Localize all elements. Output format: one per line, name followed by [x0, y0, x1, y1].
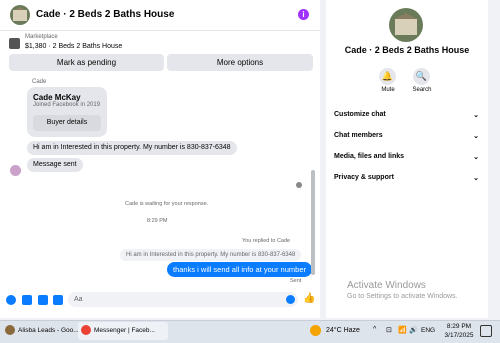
tray-overflow-icon[interactable]: ^	[373, 326, 376, 333]
message-input[interactable]: Aa	[68, 292, 298, 307]
listing-summary: $1,380 · 2 Beds 2 Baths House	[25, 43, 123, 50]
language-indicator[interactable]: ENG	[421, 327, 435, 334]
chevron-down-icon: ⌄	[473, 154, 479, 161]
row-label: Media, files and links	[334, 153, 405, 160]
message-bubble-reply: thanks i will send all info at your numb…	[167, 262, 312, 277]
sender-name: Cade	[32, 79, 47, 85]
marketplace-label: Marketplace	[25, 34, 58, 40]
listing-photo[interactable]	[389, 8, 423, 42]
taskbar-item-label: Messenger | Faceb...	[94, 327, 155, 334]
wifi-icon[interactable]: 📶	[398, 326, 407, 334]
listing-thumbnail[interactable]	[10, 5, 30, 25]
display-icon[interactable]: ⊡	[386, 326, 392, 334]
clock-time[interactable]: 8:29 PM	[444, 323, 474, 330]
quoted-message: Hi am in Interested in this property. My…	[120, 249, 302, 261]
details-title: Cade · 2 Beds 2 Baths House	[344, 45, 470, 55]
sent-status: Sent	[290, 278, 302, 284]
weather-text[interactable]: 24°C Haze	[326, 327, 360, 334]
listing-small-icon	[9, 38, 20, 49]
taskbar-item-messenger[interactable]: Messenger | Faceb...	[78, 322, 168, 340]
message-bubble-sent-notice: Message sent	[27, 158, 83, 172]
message-timestamp: 8:29 PM	[147, 218, 168, 224]
media-files-row[interactable]: Media, files and links ⌄	[334, 153, 479, 161]
chat-scrollbar[interactable]	[311, 170, 315, 275]
buyer-details-button[interactable]: Buyer details	[33, 115, 101, 131]
chevron-down-icon: ⌄	[473, 112, 479, 119]
row-label: Customize chat	[334, 111, 386, 118]
mark-as-pending-button[interactable]: Mark as pending	[9, 54, 164, 71]
system-message: Cade is waiting for your response.	[125, 201, 209, 207]
activation-watermark-sub: Go to Settings to activate Windows.	[347, 293, 458, 300]
read-receipt-avatar	[296, 182, 302, 188]
app-icon	[5, 325, 15, 336]
chat-members-row[interactable]: Chat members ⌄	[334, 132, 479, 140]
buyer-joined: Joined Facebook in 2019	[33, 102, 101, 108]
privacy-support-row[interactable]: Privacy & support ⌄	[334, 174, 479, 182]
mute-label[interactable]: Mute	[373, 87, 403, 93]
search-icon[interactable]: 🔍	[413, 68, 430, 85]
buyer-name: Cade McKay	[33, 93, 81, 102]
activation-watermark-title: Activate Windows	[347, 280, 426, 291]
emoji-icon[interactable]	[286, 295, 295, 304]
chevron-down-icon: ⌄	[473, 133, 479, 140]
clock-date[interactable]: 3/17/2025	[444, 332, 474, 339]
customize-chat-row[interactable]: Customize chat ⌄	[334, 111, 479, 119]
volume-icon[interactable]: 🔊	[409, 326, 418, 334]
replied-label: You replied to Cade	[242, 238, 291, 244]
taskbar-item-label: Alisba Leads - Goo...	[18, 327, 79, 334]
plus-icon[interactable]	[6, 295, 16, 305]
search-label[interactable]: Search	[407, 87, 437, 93]
row-label: Privacy & support	[334, 174, 394, 181]
like-icon[interactable]: 👍	[303, 293, 315, 304]
taskbar-item-alisba[interactable]: Alisba Leads - Goo...	[2, 322, 79, 340]
image-icon[interactable]	[22, 295, 32, 305]
bell-icon[interactable]: 🔔	[379, 68, 396, 85]
gif-icon[interactable]	[53, 295, 63, 305]
weather-icon[interactable]	[310, 325, 321, 336]
message-bubble-inquiry: Hi am in Interested in this property. My…	[27, 141, 237, 155]
notification-icon[interactable]	[480, 325, 492, 337]
chrome-icon	[81, 325, 91, 336]
info-icon[interactable]: i	[298, 9, 309, 20]
more-options-button[interactable]: More options	[167, 54, 313, 71]
row-label: Chat members	[334, 132, 383, 139]
avatar	[10, 165, 21, 176]
sticker-icon[interactable]	[38, 295, 48, 305]
chat-title[interactable]: Cade · 2 Beds 2 Baths House	[36, 9, 174, 20]
chevron-down-icon: ⌄	[473, 175, 479, 182]
